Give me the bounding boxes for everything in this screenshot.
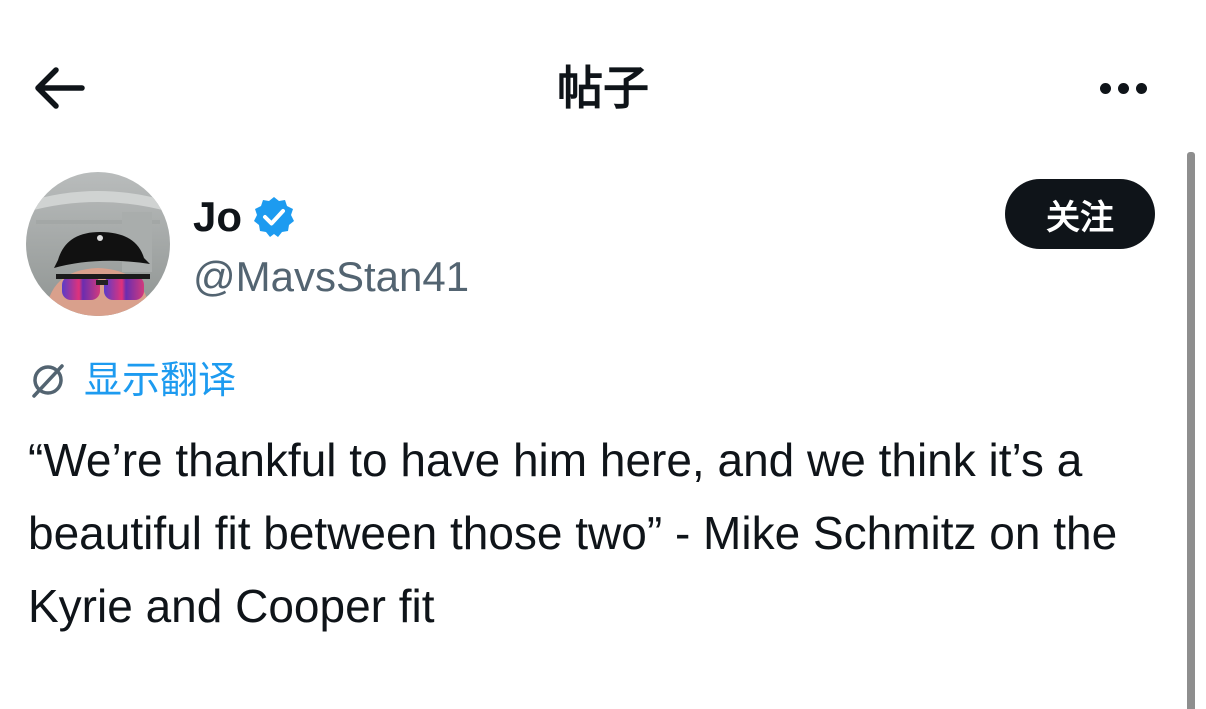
follow-button[interactable]: 关注 xyxy=(1005,179,1155,249)
translate-globe-icon xyxy=(32,364,64,398)
more-options-button[interactable] xyxy=(1088,58,1158,118)
post-detail-page: 帖子 Jo @MavsStan41 关注 显示翻译 “We’re thankfu… xyxy=(0,0,1206,709)
author-display-name[interactable]: Jo xyxy=(193,190,242,244)
show-translation-link[interactable]: 显示翻译 xyxy=(28,352,236,408)
post-text: “We’re thankful to have him here, and we… xyxy=(28,434,1118,632)
scrollbar[interactable] xyxy=(1187,152,1195,709)
avatar[interactable] xyxy=(26,172,170,316)
verified-badge-icon[interactable] xyxy=(252,195,296,239)
top-navigation-bar: 帖子 xyxy=(0,0,1206,150)
show-translation-label: 显示翻译 xyxy=(84,358,237,402)
more-horizontal-icon xyxy=(1096,82,1150,94)
author-handle[interactable]: @MavsStan41 xyxy=(193,250,469,304)
avatar-photo xyxy=(26,172,170,316)
author-name-row: Jo xyxy=(193,190,296,244)
page-title: 帖子 xyxy=(557,61,649,115)
